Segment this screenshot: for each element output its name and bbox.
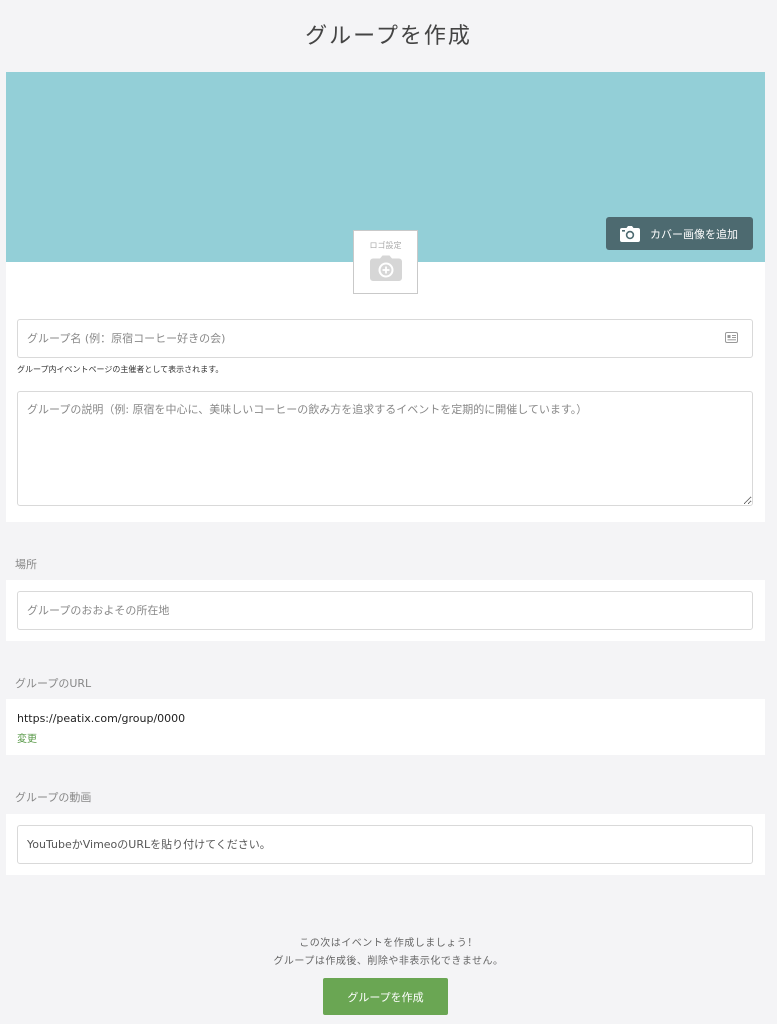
location-section-label: 場所 bbox=[15, 558, 37, 571]
location-input[interactable] bbox=[17, 591, 753, 630]
logo-label: ロゴ設定 bbox=[369, 241, 402, 250]
change-url-link[interactable]: 変更 bbox=[17, 730, 37, 745]
camera-plus-icon bbox=[369, 255, 402, 281]
camera-icon bbox=[620, 225, 640, 242]
add-cover-image-label: カバー画像を追加 bbox=[650, 227, 738, 241]
group-description-textarea[interactable] bbox=[17, 391, 753, 506]
url-section-label: グループのURL bbox=[15, 677, 92, 690]
footer-note-line2: グループは作成後、削除や非表示化できません。 bbox=[273, 956, 504, 967]
create-group-button[interactable]: グループを作成 bbox=[323, 978, 448, 1015]
group-url-text: https://peatix.com/group/0000 bbox=[17, 712, 186, 725]
group-name-input[interactable] bbox=[17, 319, 753, 358]
footer-note-line1: この次はイベントを作成しましょう！ bbox=[299, 938, 478, 949]
add-cover-image-button[interactable]: カバー画像を追加 bbox=[606, 217, 753, 250]
page-title: グループを作成 bbox=[305, 24, 472, 49]
video-section-label: グループの動画 bbox=[15, 791, 92, 804]
group-name-helper-text: グループ内イベントページの主催者として表示されます。 bbox=[17, 365, 224, 374]
id-card-icon bbox=[725, 332, 738, 343]
logo-upload-button[interactable]: ロゴ設定 bbox=[353, 230, 418, 294]
video-url-input[interactable] bbox=[17, 825, 753, 864]
url-card bbox=[6, 699, 765, 755]
